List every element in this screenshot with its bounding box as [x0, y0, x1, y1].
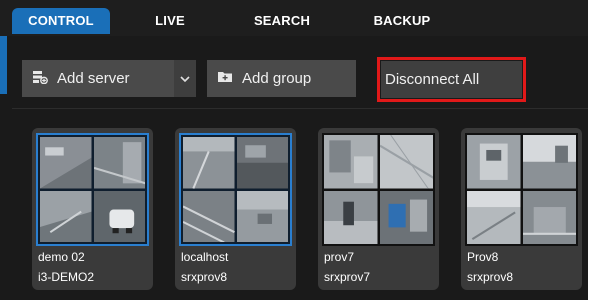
camera-thumbnail-grid [36, 133, 149, 246]
chevron-down-icon [180, 70, 190, 88]
server-name: Prov8 [467, 250, 499, 264]
server-name: prov7 [324, 250, 355, 264]
add-server-dropdown-button[interactable] [174, 60, 196, 97]
camera-view [522, 135, 576, 189]
tab-backup[interactable]: BACKUP [360, 8, 444, 34]
server-host: srxprov8 [181, 270, 228, 284]
camera-view [324, 190, 378, 244]
left-accent-bar [0, 36, 7, 94]
app-window: CONTROL LIVE SEARCH BACKUP Add server Ad… [0, 0, 592, 300]
tab-search[interactable]: SEARCH [240, 8, 324, 34]
camera-view [236, 190, 288, 242]
server-add-icon [32, 70, 48, 88]
server-card[interactable]: Prov8 srxprov8 [461, 128, 582, 290]
camera-view [183, 137, 235, 189]
server-card[interactable]: localhost srxprov8 [175, 128, 296, 290]
tab-live[interactable]: LIVE [140, 8, 200, 34]
camera-view [379, 190, 433, 244]
add-group-label: Add group [242, 70, 312, 87]
camera-view [467, 190, 521, 244]
server-name: demo 02 [38, 250, 85, 264]
camera-view [522, 190, 576, 244]
camera-view [40, 137, 92, 189]
server-host: srxprov8 [467, 270, 514, 284]
folder-add-icon [217, 70, 233, 87]
camera-view [183, 190, 235, 242]
camera-thumbnail-grid [465, 133, 578, 246]
add-group-button[interactable]: Add group [207, 60, 356, 97]
camera-thumbnail-grid [179, 133, 292, 246]
tab-control[interactable]: CONTROL [12, 8, 110, 34]
server-card[interactable]: prov7 srxprov7 [318, 128, 439, 290]
camera-thumbnail-grid [322, 133, 435, 246]
toolbar-divider [12, 108, 588, 109]
disconnect-all-button[interactable]: Disconnect All [381, 61, 522, 98]
window-edge [588, 0, 592, 300]
tab-bar: CONTROL LIVE SEARCH BACKUP [0, 0, 592, 36]
camera-view [40, 190, 92, 242]
camera-view [379, 135, 433, 189]
server-name: localhost [181, 250, 229, 264]
add-server-label: Add server [57, 70, 130, 87]
server-host: srxprov7 [324, 270, 371, 284]
server-card[interactable]: demo 02 i3-DEMO2 [32, 128, 153, 290]
camera-view [324, 135, 378, 189]
camera-view [93, 137, 145, 189]
add-server-button[interactable]: Add server [22, 60, 174, 97]
camera-view [467, 135, 521, 189]
camera-view [93, 190, 145, 242]
server-host: i3-DEMO2 [38, 270, 95, 284]
camera-view [236, 137, 288, 189]
